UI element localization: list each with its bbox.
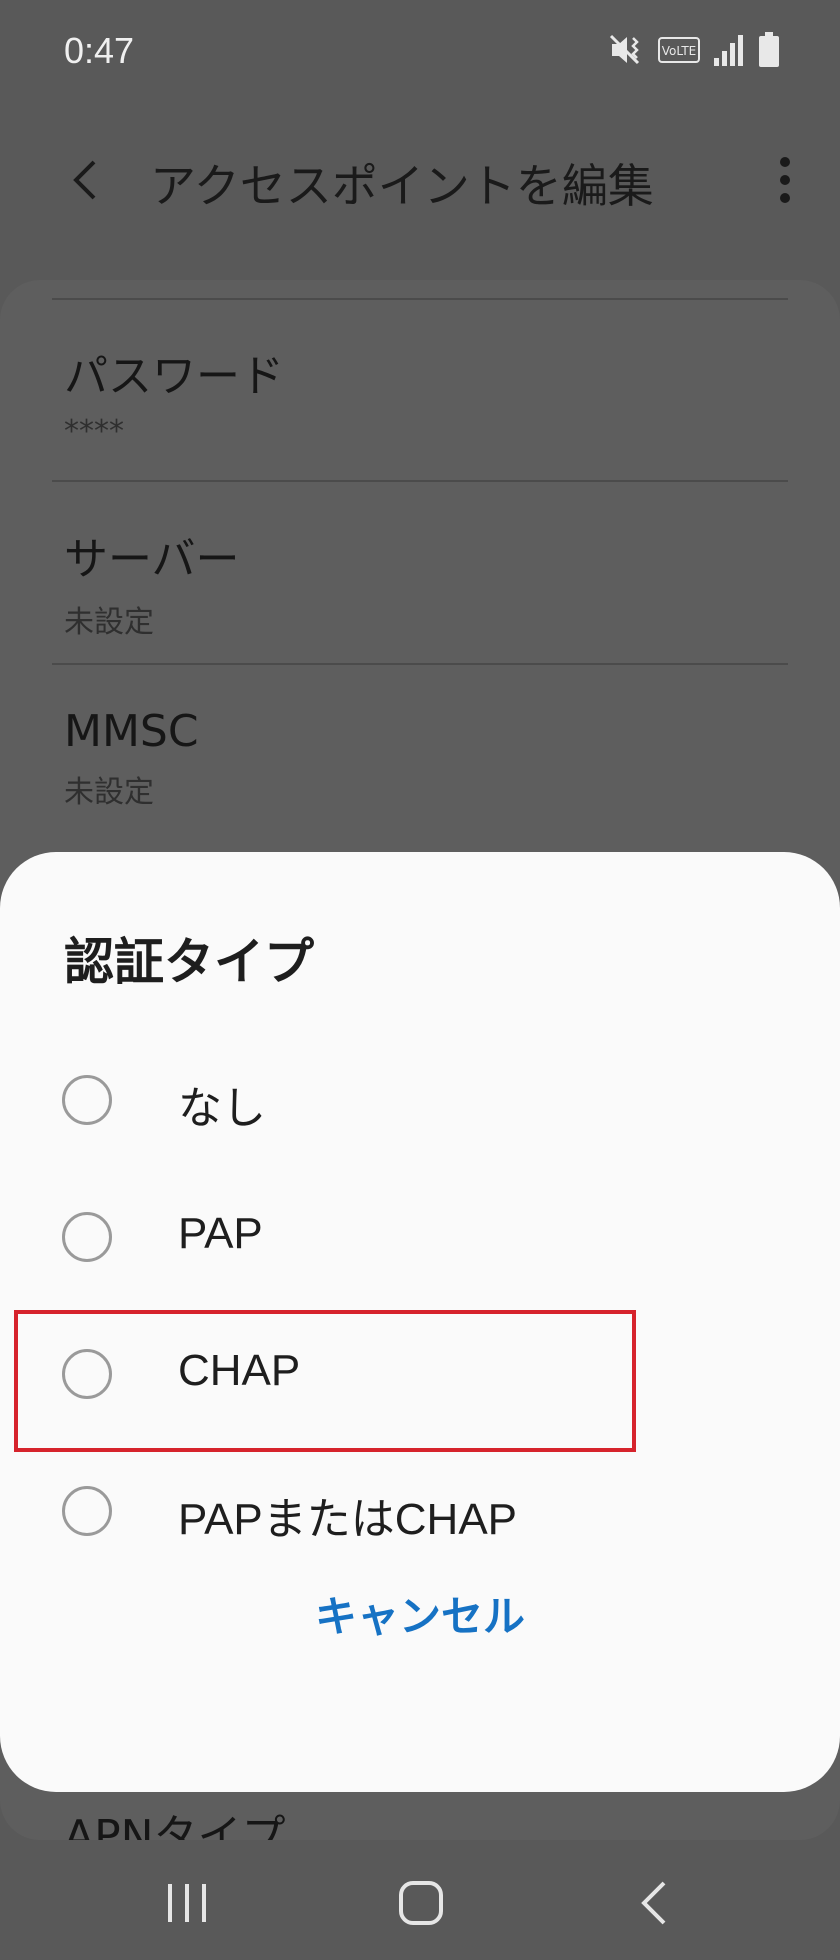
back-arrow-icon[interactable] xyxy=(58,150,118,210)
option-pap[interactable]: PAP xyxy=(0,1179,840,1299)
option-none[interactable]: なし xyxy=(0,1042,840,1162)
mute-icon xyxy=(609,34,640,65)
setting-title: サーバー xyxy=(64,534,240,585)
volte-label: VoLTE xyxy=(662,44,697,58)
radio-button[interactable] xyxy=(62,1486,112,1536)
setting-value: 未設定 xyxy=(64,775,154,810)
status-bar: 0:47 VoLTE xyxy=(0,0,840,105)
option-label: なし xyxy=(178,1084,266,1133)
status-time: 0:47 xyxy=(64,30,135,71)
divider xyxy=(52,480,788,482)
cancel-button[interactable]: キャンセル xyxy=(300,1572,540,1662)
setting-mmsc[interactable]: MMSC 未設定 xyxy=(64,706,764,811)
status-icons: VoLTE xyxy=(608,32,780,68)
highlight-box xyxy=(14,1310,636,1452)
more-vert-icon[interactable] xyxy=(770,150,800,210)
back-icon[interactable] xyxy=(622,1868,692,1938)
setting-apn-type: APNタイプ xyxy=(64,1811,286,1840)
battery-icon xyxy=(759,32,779,67)
dialog-title: 認証タイプ xyxy=(64,933,314,991)
signal-icon xyxy=(714,35,743,66)
radio-button[interactable] xyxy=(62,1212,112,1262)
divider xyxy=(52,663,788,665)
option-label: PAP xyxy=(178,1209,263,1258)
page-title: アクセスポイントを編集 xyxy=(150,159,654,213)
setting-value: **** xyxy=(64,414,124,449)
auth-type-dialog: 認証タイプ なし PAP CHAP PAPまたはCHAP キャンセル xyxy=(0,852,840,1792)
app-bar: アクセスポイントを編集 xyxy=(0,130,840,230)
divider xyxy=(52,298,788,300)
setting-password[interactable]: パスワード **** xyxy=(64,340,764,449)
radio-button[interactable] xyxy=(62,1075,112,1125)
setting-title: パスワード xyxy=(64,351,284,402)
volte-icon: VoLTE xyxy=(658,37,700,63)
setting-title: MMSC xyxy=(64,706,199,757)
setting-value: 未設定 xyxy=(64,605,154,640)
option-pap-or-chap[interactable]: PAPまたはCHAP xyxy=(0,1453,840,1573)
option-label: PAPまたはCHAP xyxy=(178,1495,518,1544)
recent-apps-icon[interactable] xyxy=(152,1868,222,1938)
setting-server[interactable]: サーバー 未設定 xyxy=(64,523,764,641)
nav-bar xyxy=(0,1840,840,1960)
home-icon[interactable] xyxy=(386,1868,456,1938)
